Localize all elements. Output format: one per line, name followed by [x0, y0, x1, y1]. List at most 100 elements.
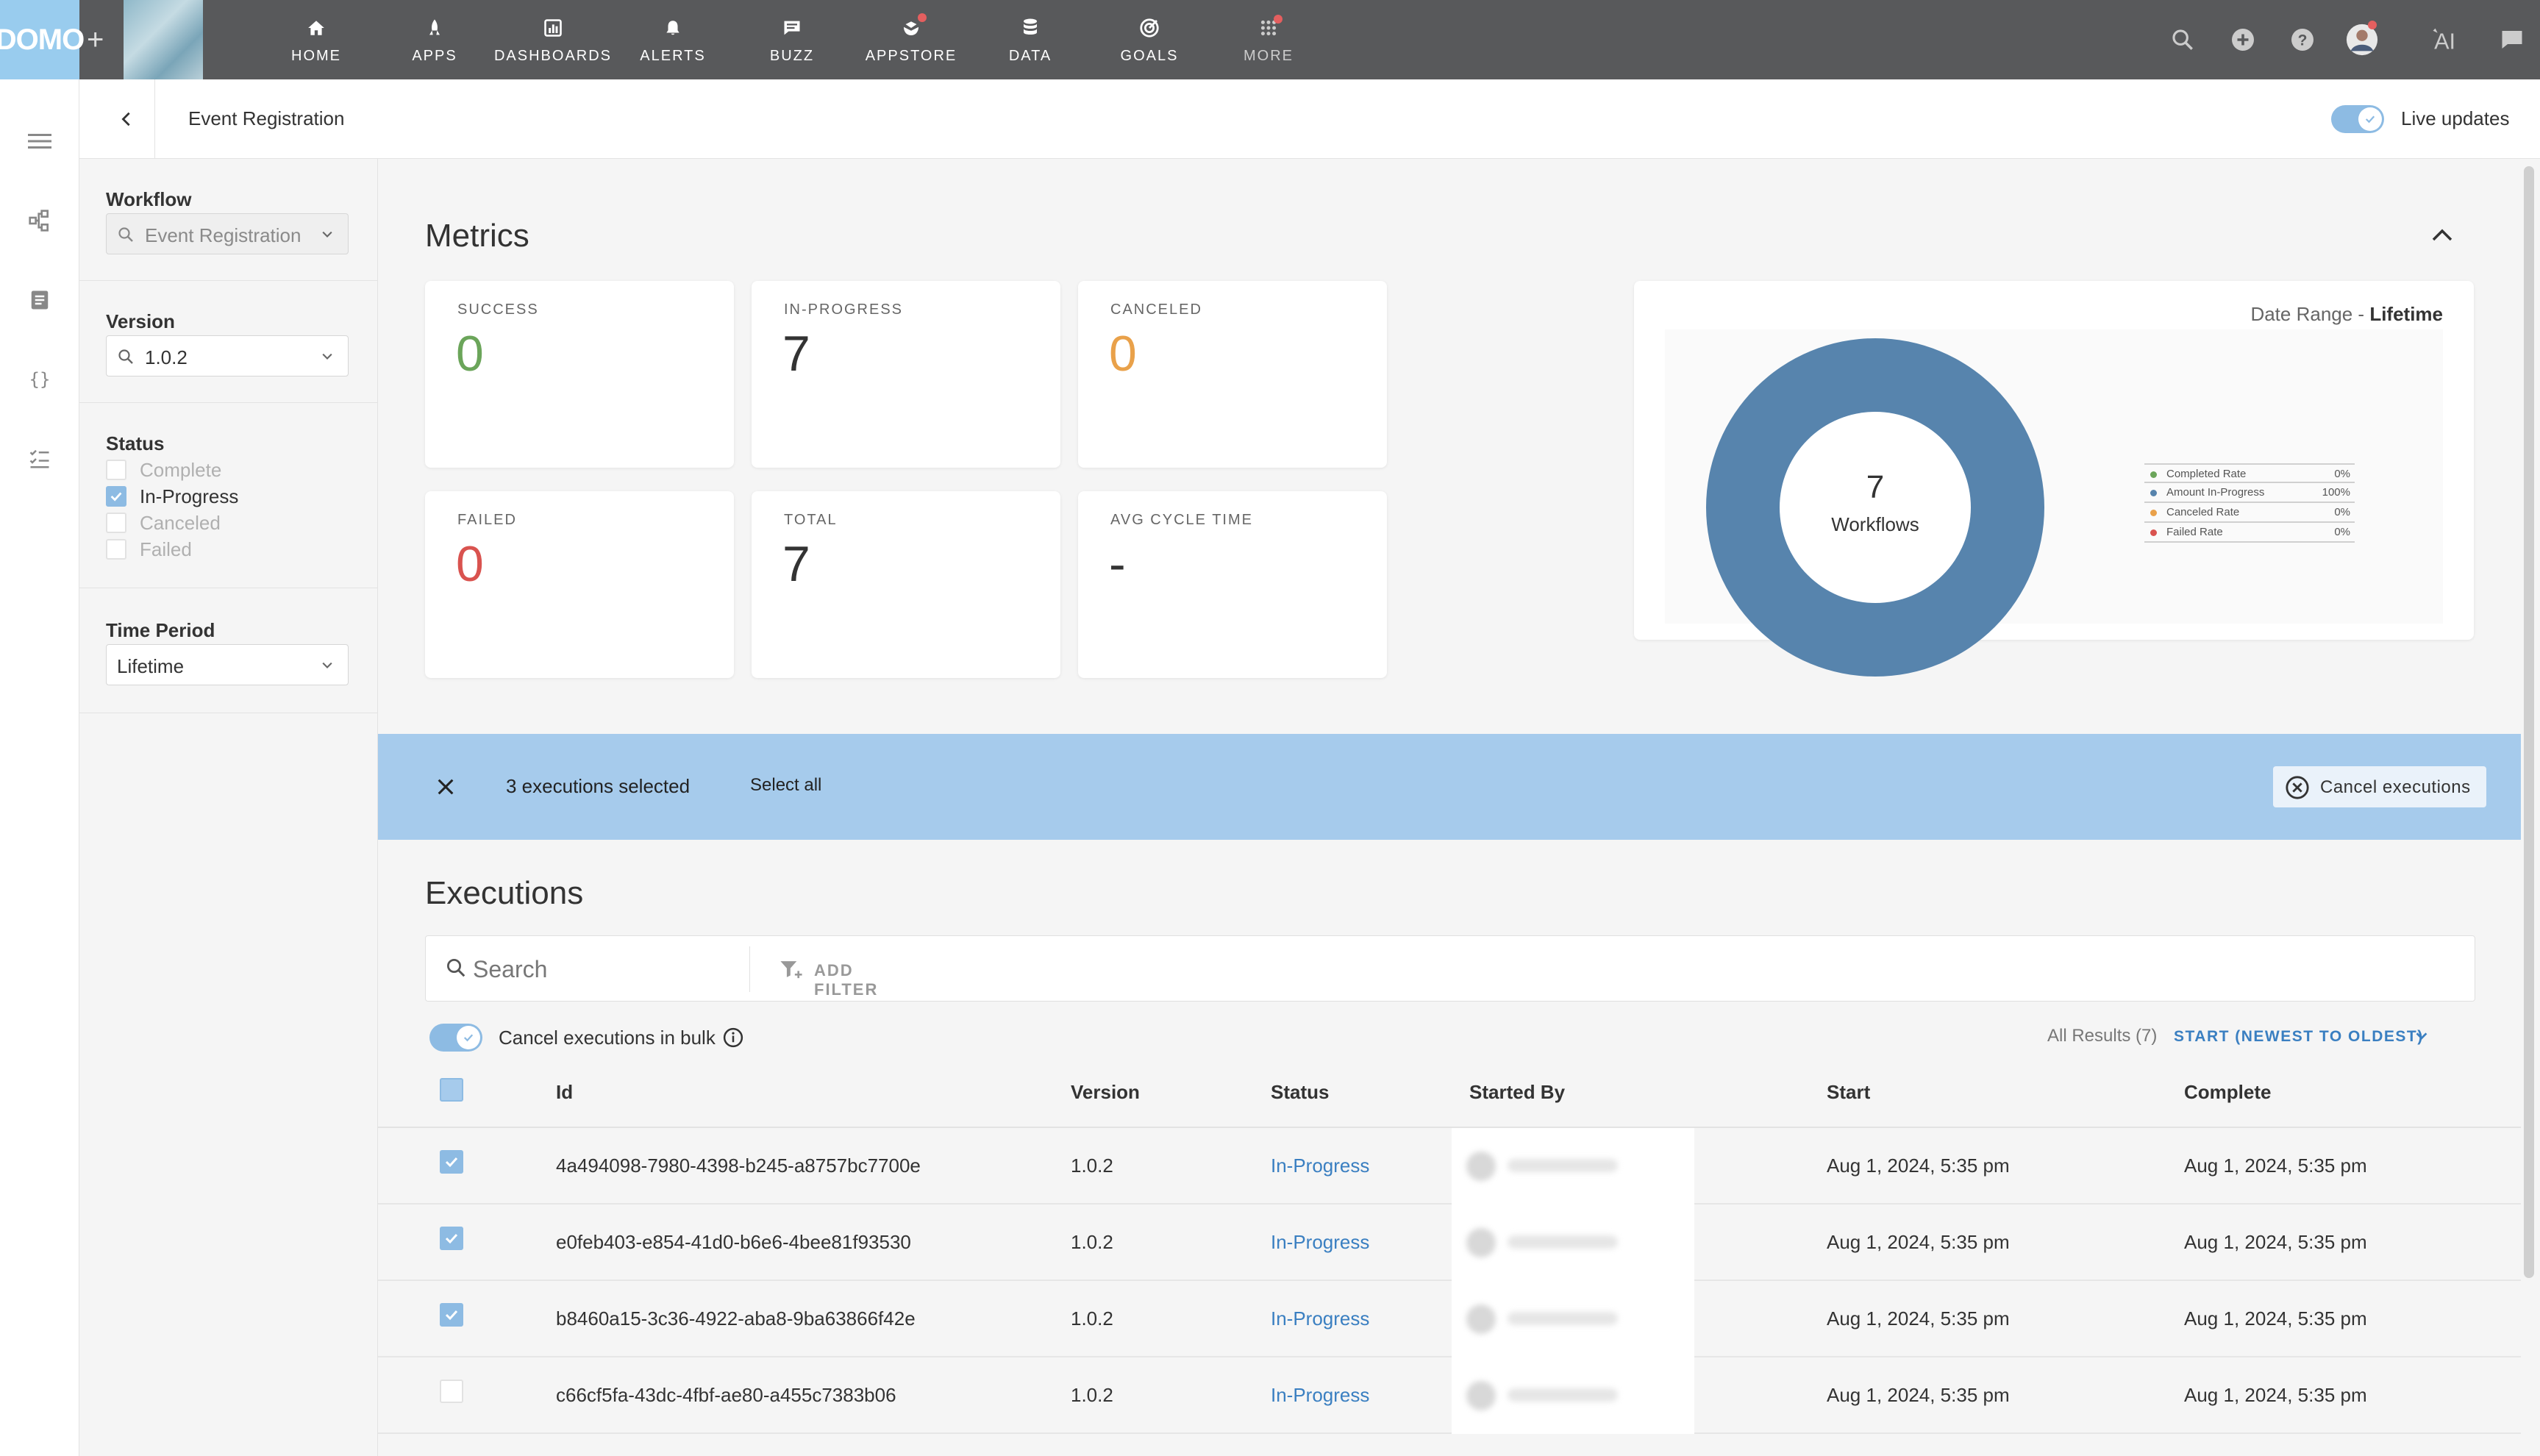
row-checkbox[interactable]: [440, 1303, 463, 1327]
time-period-value: Lifetime: [117, 655, 185, 677]
messages-icon[interactable]: [2494, 22, 2530, 57]
domo-logo[interactable]: DOMO: [0, 0, 85, 79]
nav-alerts[interactable]: ALERTS: [618, 0, 728, 79]
row-checkbox[interactable]: [440, 1380, 463, 1403]
date-range-prefix: Date Range -: [2250, 303, 2370, 325]
help-icon[interactable]: ?: [2285, 22, 2320, 57]
execution-complete: Aug 1, 2024, 5:35 pm: [2184, 1307, 2367, 1330]
page-thumbnail[interactable]: [124, 0, 203, 79]
checkbox[interactable]: [106, 460, 126, 480]
checkbox[interactable]: [106, 486, 126, 507]
search-icon: [117, 348, 135, 369]
execution-id[interactable]: c66cf5fa-43dc-4fbf-ae80-a455c7383b06: [556, 1384, 896, 1407]
target-icon: [1137, 15, 1162, 40]
table-row[interactable]: [378, 1434, 2521, 1456]
workflow-icon[interactable]: [25, 206, 54, 235]
donut-center-value: 7: [1866, 469, 1885, 505]
dashboards-icon: [541, 15, 566, 40]
checkbox[interactable]: [106, 513, 126, 533]
nav-dashboards[interactable]: DASHBOARDS: [494, 0, 610, 79]
notification-dot: [918, 13, 927, 22]
execution-status: In-Progress: [1271, 1307, 1370, 1330]
table-row[interactable]: e0feb403-e854-41d0-b6e6-4bee81f93530 1.0…: [378, 1205, 2521, 1281]
column-header-id[interactable]: Id: [556, 1081, 573, 1104]
legend-item: Failed Rate 0%: [2144, 523, 2355, 543]
results-count: All Results (7): [2047, 1026, 2158, 1046]
svg-text:{}: {}: [29, 369, 51, 390]
legend-item: Canceled Rate 0%: [2144, 503, 2355, 523]
execution-status: In-Progress: [1271, 1155, 1370, 1177]
metric-value: 7: [782, 326, 810, 382]
scrollbar[interactable]: [2524, 166, 2534, 1278]
nav-apps[interactable]: APPS: [379, 0, 490, 79]
select-all-button[interactable]: Select all: [750, 775, 821, 796]
status-label: Status: [106, 432, 165, 454]
search-input[interactable]: [473, 951, 693, 988]
home-icon: [304, 15, 329, 40]
checklist-icon[interactable]: [25, 444, 54, 474]
collapse-button[interactable]: [2425, 218, 2460, 253]
table-row[interactable]: 4a494098-7980-4398-b245-a8757bc7700e 1.0…: [378, 1128, 2521, 1205]
hamburger-menu-icon[interactable]: [25, 126, 54, 156]
check-icon: [445, 1310, 458, 1321]
metric-card-failed: FAILED 0: [425, 491, 734, 678]
execution-id[interactable]: b8460a15-3c36-4922-aba8-9ba63866f42e: [556, 1307, 916, 1330]
metric-label: CANCELED: [1110, 301, 1202, 318]
nav-more[interactable]: MORE: [1213, 0, 1324, 79]
check-icon: [457, 1026, 480, 1049]
filter-panel: Workflow Event Registration Version 1.0.…: [79, 159, 378, 1456]
code-braces-icon[interactable]: {}: [25, 365, 54, 394]
row-checkbox[interactable]: [440, 1150, 463, 1174]
apps-icon: [422, 15, 447, 40]
bulk-cancel-toggle[interactable]: [429, 1024, 482, 1052]
executions-title: Executions: [425, 875, 584, 911]
ai-icon[interactable]: AI: [2431, 22, 2466, 57]
column-header-started-by[interactable]: Started By: [1469, 1081, 1565, 1104]
row-checkbox[interactable]: [440, 1227, 463, 1250]
nav-goals[interactable]: GOALS: [1094, 0, 1205, 79]
search-icon[interactable]: [2165, 22, 2200, 57]
status-filter: Status Complete In-Progress Canceled Fai…: [79, 403, 378, 588]
chevron-down-icon[interactable]: [2414, 1028, 2430, 1048]
table-row[interactable]: c66cf5fa-43dc-4fbf-ae80-a455c7383b06 1.0…: [378, 1357, 2521, 1434]
column-header-status[interactable]: Status: [1271, 1081, 1329, 1104]
time-period-label: Time Period: [106, 619, 215, 641]
column-header-version[interactable]: Version: [1071, 1081, 1140, 1104]
column-header-start[interactable]: Start: [1827, 1081, 1870, 1104]
header-bar: Event Registration Live updates: [79, 79, 2540, 159]
document-icon[interactable]: [25, 285, 54, 315]
avatar[interactable]: [2344, 21, 2380, 57]
legend-value: 0%: [2334, 506, 2350, 518]
plus-circle-icon[interactable]: [2225, 22, 2261, 57]
notification-dot: [1274, 15, 1283, 24]
close-icon[interactable]: [429, 771, 462, 803]
nav-buzz[interactable]: BUZZ: [737, 0, 847, 79]
sort-button[interactable]: START (NEWEST TO OLDEST): [2174, 1028, 2424, 1046]
status-option-label: Canceled: [140, 512, 221, 534]
execution-complete: Aug 1, 2024, 5:35 pm: [2184, 1231, 2367, 1253]
search-icon: [445, 957, 467, 982]
select-all-checkbox[interactable]: [440, 1078, 463, 1102]
execution-id[interactable]: e0feb403-e854-41d0-b6e6-4bee81f93530: [556, 1231, 911, 1254]
checkbox[interactable]: [106, 539, 126, 560]
nav-data[interactable]: DATA: [975, 0, 1085, 79]
workflow-select[interactable]: Event Registration: [106, 213, 349, 254]
back-button[interactable]: [109, 101, 144, 137]
nav-home[interactable]: HOME: [261, 0, 371, 79]
nav-appstore[interactable]: APPSTORE: [856, 0, 966, 79]
live-updates-toggle[interactable]: [2331, 105, 2384, 133]
divider: [749, 946, 750, 992]
legend-item: Completed Rate 0%: [2144, 463, 2355, 483]
table-row[interactable]: b8460a15-3c36-4922-aba8-9ba63866f42e 1.0…: [378, 1281, 2521, 1357]
started-by-redacted: [1452, 1357, 1694, 1434]
cancel-executions-button[interactable]: Cancel executions: [2273, 766, 2486, 807]
column-header-complete[interactable]: Complete: [2184, 1081, 2271, 1104]
time-period-select[interactable]: Lifetime: [106, 644, 349, 685]
version-select[interactable]: 1.0.2: [106, 335, 349, 377]
nav-label: DASHBOARDS: [493, 47, 613, 64]
legend-dot: [2150, 471, 2157, 478]
info-icon[interactable]: [722, 1027, 744, 1052]
started-by-redacted: [1452, 1205, 1694, 1281]
add-page-button[interactable]: +: [87, 22, 104, 57]
execution-id[interactable]: 4a494098-7980-4398-b245-a8757bc7700e: [556, 1155, 921, 1177]
